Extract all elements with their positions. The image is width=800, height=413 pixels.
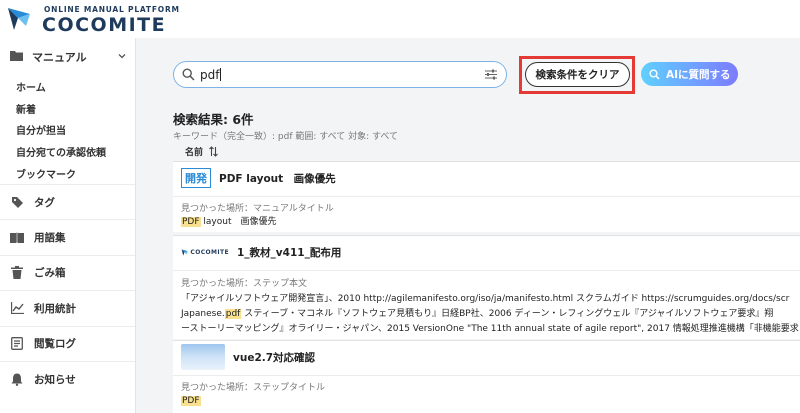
sidebar-item-manual[interactable]: マニュアル [0,38,135,76]
sort-by-name[interactable]: 名前 [185,145,218,158]
logo-mark-icon [181,248,188,256]
tag-icon [10,195,24,209]
sort-icon [209,146,218,157]
result-snippet: PDF [181,396,201,406]
result-card-header: 開発 PDF layout 画像優先 [173,162,800,194]
cocomite-logo[interactable]: ONLINE MANUAL PLATFORM COCOMITE [6,5,179,36]
sidebar-item-label: ごみ箱 [34,267,66,280]
found-location: 見つかった場所：ステップ本文 [181,279,308,289]
card-divider [173,375,800,376]
found-location: 見つかった場所：ステップタイトル [181,383,326,393]
sidebar: マニュアル ホーム 新着 自分が担当 自分宛ての承認依頼 ブックマーク タグ 用… [0,38,136,413]
manual-thumbnail [181,344,225,370]
result-card-header: COCOMITE 1_教材_v411_配布用 [173,236,800,268]
sidebar-item-label: マニュアル [32,51,87,64]
trash-icon [10,266,24,280]
chart-icon [10,301,24,315]
logo-subtitle: ONLINE MANUAL PLATFORM [44,5,180,14]
logo-mark-icon [8,8,30,30]
sort-label: 名前 [185,148,204,158]
manual-thumbnail-badge: 開発 [181,168,211,188]
clear-search-button[interactable]: 検索条件をクリア [525,62,630,87]
book-icon [10,231,24,245]
result-card-header: vue2.7対応確認 [173,341,800,373]
result-title[interactable]: vue2.7対応確認 [233,350,315,365]
result-title[interactable]: 1_教材_v411_配布用 [237,245,341,260]
logo-title: COCOMITE [42,14,167,36]
result-title[interactable]: PDF layout 画像優先 [219,171,336,186]
filter-settings-icon[interactable] [484,68,498,81]
sidebar-item-trash[interactable]: ごみ箱 [0,254,135,290]
search-icon [182,68,195,81]
sidebar-item-label: 閲覧ログ [34,338,76,351]
log-icon [10,337,24,351]
sidebar-subitem-bookmarks[interactable]: ブックマーク [0,162,135,184]
ask-ai-button[interactable]: AIに質問する [641,62,738,86]
search-query: pdf [200,68,222,82]
result-snippet-line: ーストーリーマッピング』オライリー・ジャパン、2015 VersionOne "… [181,324,799,334]
ask-ai-label: AIに質問する [666,68,731,81]
sidebar-item-label: お知らせ [34,373,76,386]
card-divider [173,196,800,197]
sidebar-item-tags[interactable]: タグ [0,183,135,219]
sidebar-item-glossary[interactable]: 用語集 [0,219,135,254]
card-divider [173,270,800,271]
sidebar-item-label: 利用統計 [34,302,76,315]
main-content: pdf 検索条件をクリア AIに質問する 検索結果: 6件 キーワード（完全一致… [137,38,800,413]
result-card[interactable]: vue2.7対応確認 見つかった場所：ステップタイトル PDF [173,340,800,413]
sidebar-item-notices[interactable]: お知らせ [0,360,135,396]
sidebar-subitem-approvals[interactable]: 自分宛ての承認依頼 [0,141,135,163]
sidebar-item-viewlog[interactable]: 閲覧ログ [0,325,135,361]
search-conditions: キーワード（完全一致）: pdf 範囲: すべて 対象: すべて [173,132,399,142]
bell-icon [10,372,24,386]
result-snippet: PDF layout 画像優先 [181,217,277,227]
sidebar-subitem-new[interactable]: 新着 [0,98,135,120]
result-snippet-line: 「アジャイルソフトウェア開発宣言」、2010 http://agilemanif… [181,294,790,304]
search-icon [649,68,660,80]
search-input[interactable]: pdf [173,61,507,88]
chevron-down-icon[interactable] [118,52,126,60]
sidebar-item-stats[interactable]: 利用統計 [0,290,135,325]
result-snippet-line: Japanese.pdf スティーブ・マコネル『ソフトウェア見積もり』日経BP社… [181,309,774,319]
result-card[interactable]: 開発 PDF layout 画像優先 見つかった場所：マニュアルタイトル PDF… [173,161,800,232]
sidebar-item-label: 用語集 [34,232,66,245]
app-header: ONLINE MANUAL PLATFORM COCOMITE [0,0,800,38]
results-count-title: 検索結果: 6件 [173,112,254,127]
sidebar-subitem-mine[interactable]: 自分が担当 [0,119,135,141]
sidebar-subitem-home[interactable]: ホーム [0,76,135,98]
folder-icon [10,50,24,64]
sidebar-item-label: タグ [34,196,55,209]
manual-thumbnail: COCOMITE [181,248,229,257]
result-card[interactable]: COCOMITE 1_教材_v411_配布用 見つかった場所：ステップ本文 「ア… [173,235,800,339]
found-location: 見つかった場所：マニュアルタイトル [181,204,334,214]
